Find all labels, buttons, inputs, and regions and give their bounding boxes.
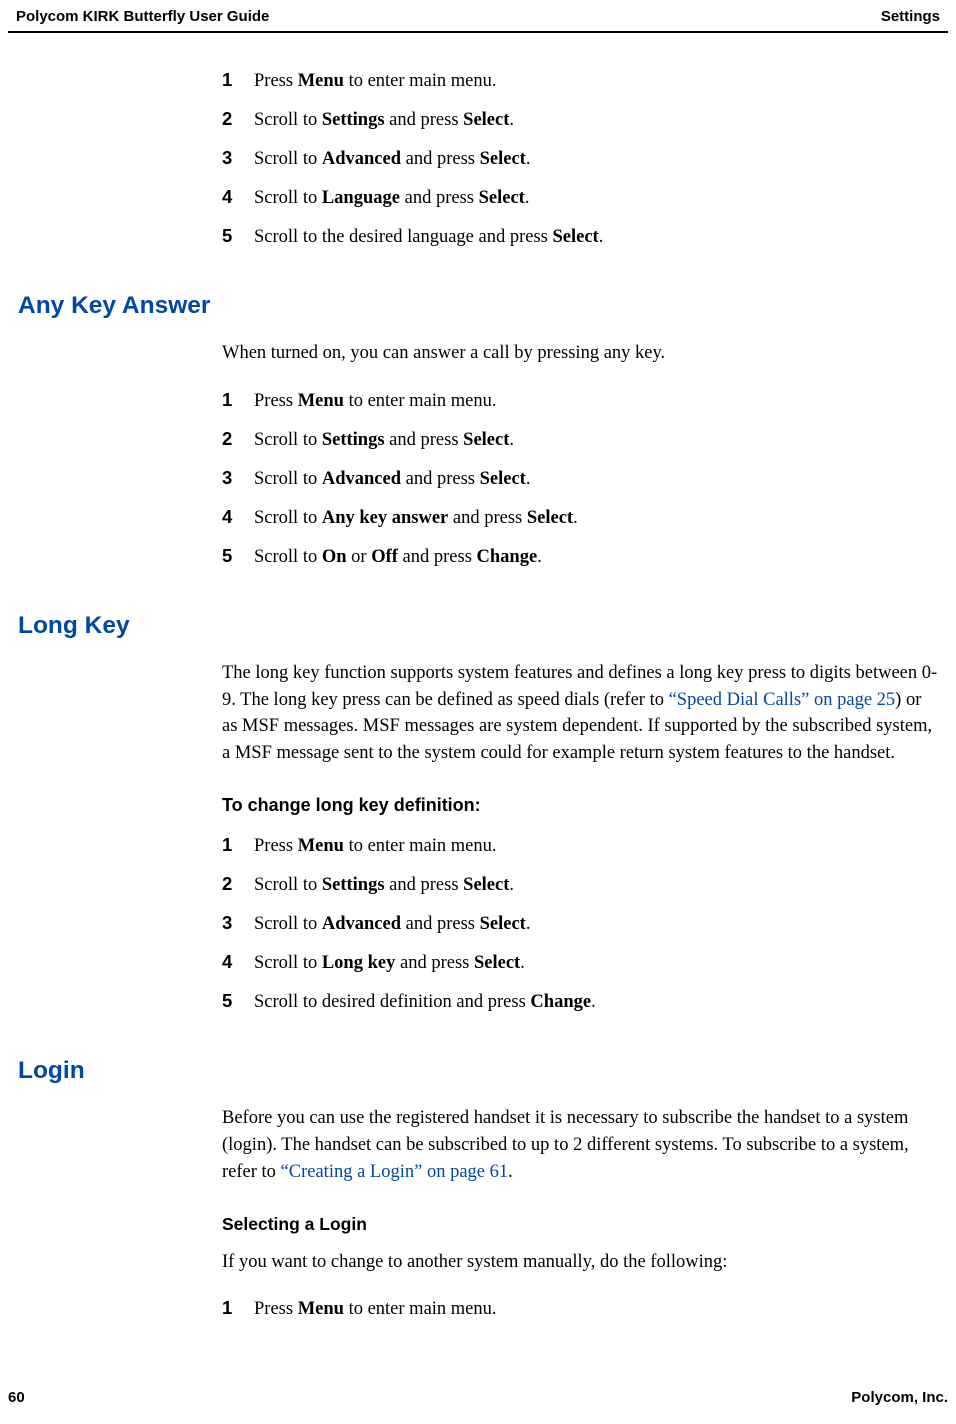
paragraph: When turned on, you can answer a call by… xyxy=(222,340,938,367)
doc-section: Settings xyxy=(881,8,940,25)
list-item: 3Scroll to Advanced and press Select. xyxy=(222,139,938,178)
step-text: Scroll to Settings and press Select. xyxy=(254,422,938,459)
step-text: Press Menu to enter main menu. xyxy=(254,383,938,420)
list-item: 4Scroll to Language and press Select. xyxy=(222,178,938,217)
step-text: Scroll to Settings and press Select. xyxy=(254,867,938,904)
step-text: Scroll to Language and press Select. xyxy=(254,180,938,217)
list-item: 1Press Menu to enter main menu. xyxy=(222,381,938,420)
step-number: 2 xyxy=(222,100,254,137)
step-text: Scroll to Advanced and press Select. xyxy=(254,461,938,498)
list-item: 2Scroll to Settings and press Select. xyxy=(222,865,938,904)
step-number: 1 xyxy=(222,826,254,863)
language-steps: 1Press Menu to enter main menu. 2Scroll … xyxy=(222,61,938,256)
step-text: Press Menu to enter main menu. xyxy=(254,63,938,100)
step-text: Scroll to Long key and press Select. xyxy=(254,945,938,982)
list-item: 2Scroll to Settings and press Select. xyxy=(222,100,938,139)
xref-link[interactable]: “Creating a Login” on page 61 xyxy=(281,1162,509,1182)
step-number: 1 xyxy=(222,381,254,418)
step-number: 4 xyxy=(222,178,254,215)
step-text: Scroll to On or Off and press Change. xyxy=(254,539,938,576)
list-item: 3Scroll to Advanced and press Select. xyxy=(222,904,938,943)
step-number: 5 xyxy=(222,982,254,1019)
page-content: 1Press Menu to enter main menu. 2Scroll … xyxy=(0,33,956,1328)
step-number: 3 xyxy=(222,904,254,941)
list-item: 4Scroll to Long key and press Select. xyxy=(222,943,938,982)
list-item: 1Press Menu to enter main menu. xyxy=(222,61,938,100)
list-item: 4Scroll to Any key answer and press Sele… xyxy=(222,498,938,537)
step-number: 5 xyxy=(222,537,254,574)
step-text: Press Menu to enter main menu. xyxy=(254,1291,938,1328)
list-item: 5Scroll to the desired language and pres… xyxy=(222,217,938,256)
heading-login: Login xyxy=(18,1057,938,1085)
subheading-change-longkey: To change long key definition: xyxy=(222,795,938,816)
company-name: Polycom, Inc. xyxy=(851,1389,948,1406)
page-footer: 60 Polycom, Inc. xyxy=(8,1389,948,1406)
step-text: Scroll to Advanced and press Select. xyxy=(254,906,938,943)
step-text: Scroll to Settings and press Select. xyxy=(254,102,938,139)
step-number: 2 xyxy=(222,865,254,902)
list-item: 5Scroll to On or Off and press Change. xyxy=(222,537,938,576)
heading-any-key-answer: Any Key Answer xyxy=(18,292,938,320)
longkey-steps: 1Press Menu to enter main menu. 2Scroll … xyxy=(222,826,938,1021)
list-item: 1Press Menu to enter main menu. xyxy=(222,1289,938,1328)
list-item: 1Press Menu to enter main menu. xyxy=(222,826,938,865)
login-steps: 1Press Menu to enter main menu. xyxy=(222,1289,938,1328)
paragraph: Before you can use the registered handse… xyxy=(222,1105,938,1185)
step-number: 1 xyxy=(222,1289,254,1326)
doc-title: Polycom KIRK Butterfly User Guide xyxy=(16,8,269,25)
list-item: 5Scroll to desired definition and press … xyxy=(222,982,938,1021)
xref-link[interactable]: “Speed Dial Calls” on page 25 xyxy=(669,690,896,710)
text: . xyxy=(508,1162,513,1182)
step-number: 3 xyxy=(222,459,254,496)
step-text: Scroll to Any key answer and press Selec… xyxy=(254,500,938,537)
step-text: Scroll to the desired language and press… xyxy=(254,219,938,256)
step-text: Press Menu to enter main menu. xyxy=(254,828,938,865)
paragraph: The long key function supports system fe… xyxy=(222,660,938,767)
subheading-selecting-login: Selecting a Login xyxy=(222,1214,938,1235)
list-item: 2Scroll to Settings and press Select. xyxy=(222,420,938,459)
anykey-steps: 1Press Menu to enter main menu. 2Scroll … xyxy=(222,381,938,576)
step-number: 4 xyxy=(222,943,254,980)
step-text: Scroll to desired definition and press C… xyxy=(254,984,938,1021)
step-number: 2 xyxy=(222,420,254,457)
step-number: 1 xyxy=(222,61,254,98)
page-header: Polycom KIRK Butterfly User Guide Settin… xyxy=(8,0,948,33)
step-number: 3 xyxy=(222,139,254,176)
paragraph: If you want to change to another system … xyxy=(222,1249,938,1276)
list-item: 3Scroll to Advanced and press Select. xyxy=(222,459,938,498)
page-number: 60 xyxy=(8,1389,25,1406)
step-number: 5 xyxy=(222,217,254,254)
heading-long-key: Long Key xyxy=(18,612,938,640)
step-number: 4 xyxy=(222,498,254,535)
step-text: Scroll to Advanced and press Select. xyxy=(254,141,938,178)
